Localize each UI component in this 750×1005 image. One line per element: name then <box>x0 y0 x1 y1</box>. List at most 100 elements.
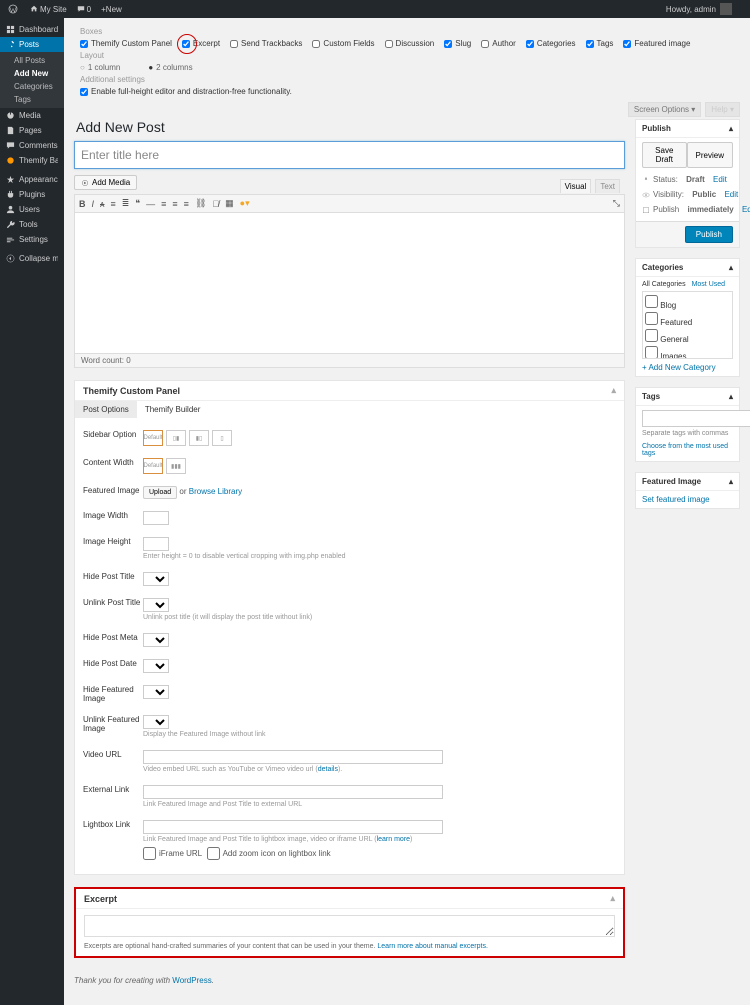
btn-upload[interactable]: Upload <box>143 486 177 499</box>
btn-color[interactable]: ●▾ <box>240 198 250 209</box>
btn-unlink[interactable]: ⛓̸ <box>212 199 219 209</box>
link-add-category[interactable]: + Add New Category <box>642 363 733 372</box>
comments-bubble[interactable]: 0 <box>77 5 91 14</box>
cat-item[interactable]: Featured <box>645 311 730 328</box>
new-content[interactable]: + New <box>101 5 122 14</box>
wp-logo[interactable] <box>8 4 20 14</box>
btn-preview[interactable]: Preview <box>687 142 733 168</box>
menu-tools[interactable]: Tools <box>0 217 64 232</box>
cat-item[interactable]: General <box>645 328 730 345</box>
featured-head[interactable]: Featured Image▴ <box>636 473 739 491</box>
input-tags[interactable] <box>642 410 750 427</box>
menu-pages[interactable]: Pages <box>0 123 64 138</box>
cb-add-zoom[interactable]: Add zoom icon on lightbox link <box>207 847 331 860</box>
howdy[interactable]: Howdy, admin <box>666 3 732 15</box>
tags-head[interactable]: Tags▴ <box>636 388 739 406</box>
sub-add-new[interactable]: Add New <box>0 67 64 80</box>
menu-comments[interactable]: Comments <box>0 138 64 153</box>
btn-link[interactable]: ⛓ <box>195 198 206 209</box>
link-video-details[interactable]: details <box>318 766 338 773</box>
btn-ol[interactable]: ≣ <box>122 198 130 209</box>
cb-excerpt[interactable]: Excerpt <box>182 39 220 48</box>
btn-align-center[interactable]: ≡ <box>172 199 177 209</box>
opt-sidebar-right[interactable]: ▯▮ <box>166 430 186 446</box>
sel-unlink-title[interactable] <box>143 598 169 612</box>
btn-publish[interactable]: Publish <box>685 226 733 243</box>
input-video-url[interactable] <box>143 750 443 764</box>
category-list[interactable]: Blog Featured General Images News Cultur… <box>642 291 733 359</box>
tab-all-cats[interactable]: All Categories <box>642 281 686 288</box>
opt-width-full[interactable]: ▮▮▮ <box>166 458 186 474</box>
cat-item[interactable]: Blog <box>645 294 730 311</box>
tab-visual[interactable]: Visual <box>560 179 592 193</box>
cb-slug[interactable]: Slug <box>444 39 471 48</box>
menu-themify[interactable]: Themify Basic <box>0 153 64 168</box>
link-edit-status[interactable]: Edit <box>713 175 727 184</box>
link-browse-library[interactable]: Browse Library <box>189 487 242 496</box>
input-image-height[interactable] <box>143 537 169 551</box>
input-image-width[interactable] <box>143 511 169 525</box>
link-edit-visibility[interactable]: Edit <box>724 190 738 199</box>
publish-head[interactable]: Publish▴ <box>636 120 739 138</box>
cb-themify-panel[interactable]: Themify Custom Panel <box>80 39 172 48</box>
link-set-featured[interactable]: Set featured image <box>642 495 710 504</box>
menu-collapse[interactable]: Collapse menu <box>0 251 64 266</box>
menu-posts[interactable]: Posts <box>0 37 64 52</box>
btn-fullscreen[interactable]: ⤡ <box>613 198 620 209</box>
add-media-button[interactable]: Add Media <box>74 175 137 190</box>
btn-italic[interactable]: I <box>92 199 95 209</box>
cb-iframe-url[interactable]: iFrame URL <box>143 847 202 860</box>
excerpt-head[interactable]: Excerpt▴ <box>76 889 623 909</box>
sel-hide-fimg[interactable] <box>143 685 169 699</box>
btn-more[interactable]: ▦ <box>225 198 234 209</box>
input-external-link[interactable] <box>143 785 443 799</box>
sub-categories[interactable]: Categories <box>0 80 64 93</box>
cb-author[interactable]: Author <box>481 39 516 48</box>
categories-head[interactable]: Categories▴ <box>636 259 739 277</box>
menu-dashboard[interactable]: Dashboard <box>0 22 64 37</box>
radio-2col[interactable]: ●2 columns <box>148 63 192 72</box>
sel-unlink-fimg[interactable] <box>143 715 169 729</box>
sel-hide-date[interactable] <box>143 659 169 673</box>
post-title-input[interactable] <box>74 141 625 169</box>
sub-tags[interactable]: Tags <box>0 93 64 106</box>
btn-align-right[interactable]: ≡ <box>184 199 189 209</box>
cb-discussion[interactable]: Discussion <box>385 39 435 48</box>
link-excerpt-help[interactable]: Learn more about manual excerpts. <box>377 943 488 950</box>
tab-themify-builder[interactable]: Themify Builder <box>137 401 209 418</box>
panel-head[interactable]: Themify Custom Panel▴ <box>75 381 624 401</box>
excerpt-textarea[interactable] <box>84 915 615 937</box>
cb-tags[interactable]: Tags <box>586 39 614 48</box>
input-lightbox-link[interactable] <box>143 820 443 834</box>
tab-text[interactable]: Text <box>595 179 620 193</box>
sub-all-posts[interactable]: All Posts <box>0 54 64 67</box>
cb-categories[interactable]: Categories <box>526 39 576 48</box>
btn-bold[interactable]: B <box>79 199 86 209</box>
btn-save-draft[interactable]: Save Draft <box>642 142 687 168</box>
link-learn-more[interactable]: learn more <box>377 836 410 843</box>
tab-post-options[interactable]: Post Options <box>75 401 137 418</box>
tab-most-used[interactable]: Most Used <box>692 281 725 288</box>
radio-1col[interactable]: ○1 column <box>80 63 120 72</box>
opt-sidebar-none[interactable]: ▯ <box>212 430 232 446</box>
screen-options-tab[interactable]: Screen Options ▾ <box>628 102 701 117</box>
menu-plugins[interactable]: Plugins <box>0 187 64 202</box>
editor-content[interactable] <box>75 213 624 353</box>
opt-sidebar-default[interactable]: Default <box>143 430 163 446</box>
opt-sidebar-left[interactable]: ▮▯ <box>189 430 209 446</box>
btn-ul[interactable]: ≡ <box>110 199 115 209</box>
sel-hide-meta[interactable] <box>143 633 169 647</box>
cb-trackbacks[interactable]: Send Trackbacks <box>230 39 302 48</box>
menu-media[interactable]: Media <box>0 108 64 123</box>
menu-users[interactable]: Users <box>0 202 64 217</box>
site-link[interactable]: My Site <box>30 5 67 14</box>
link-wordpress[interactable]: WordPress <box>172 976 211 985</box>
opt-width-default[interactable]: Default <box>143 458 163 474</box>
btn-align-left[interactable]: ≡ <box>161 199 166 209</box>
btn-strike[interactable]: ᴀ <box>100 199 104 209</box>
cb-custom-fields[interactable]: Custom Fields <box>312 39 374 48</box>
cb-featured-image[interactable]: Featured image <box>623 39 690 48</box>
btn-hr[interactable]: — <box>146 199 155 209</box>
menu-appearance[interactable]: Appearance <box>0 172 64 187</box>
cb-fullheight[interactable]: Enable full-height editor and distractio… <box>80 87 292 96</box>
